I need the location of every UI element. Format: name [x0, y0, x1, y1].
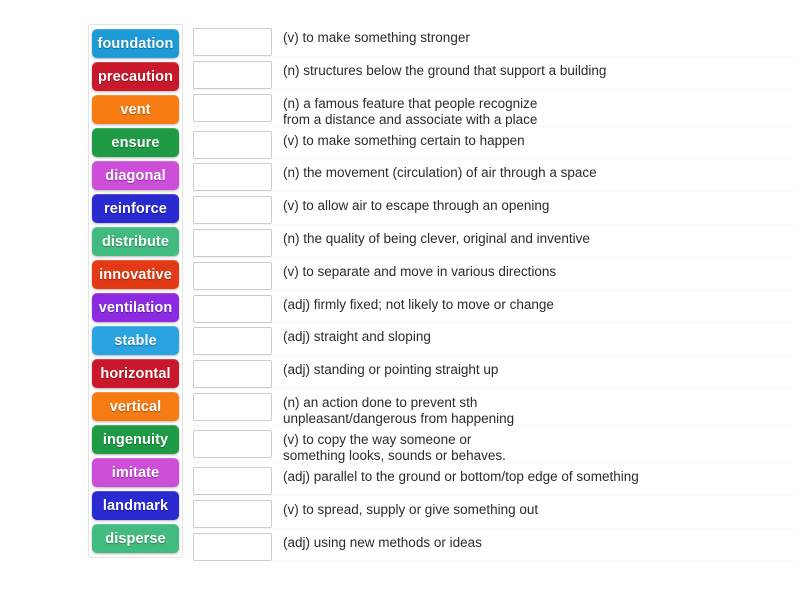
- definition-text: (adj) firmly fixed; not likely to move o…: [283, 296, 554, 312]
- definition-row: (v) to make something stronger: [193, 24, 793, 57]
- word-tile[interactable]: innovative: [92, 260, 179, 289]
- definition-row: (adj) standing or pointing straight up: [193, 356, 793, 389]
- answer-drop-slot[interactable]: [193, 130, 272, 159]
- answer-drop-slot[interactable]: [193, 294, 272, 323]
- definition-row-list: (v) to make something stronger (n) struct…: [193, 24, 793, 562]
- word-tile[interactable]: ventilation: [92, 293, 179, 322]
- definition-row: (adj) straight and sloping: [193, 323, 793, 357]
- answer-drop-slot[interactable]: [193, 60, 272, 89]
- definition-row: (v) to copy the way someone or something…: [193, 426, 793, 463]
- word-tile[interactable]: diagonal: [92, 161, 179, 190]
- word-tile[interactable]: stable: [92, 326, 179, 355]
- answer-drop-slot[interactable]: [193, 360, 272, 389]
- match-up-activity: foundation precaution vent ensure diagonal re…: [0, 0, 800, 600]
- definition-text: (v) to separate and move in various dire…: [283, 263, 557, 279]
- definition-text: (n) the movement (circulation) of air th…: [283, 165, 597, 181]
- definition-text: (adj) using new methods or ideas: [283, 534, 482, 550]
- word-tile[interactable]: ingenuity: [92, 425, 179, 454]
- word-tile[interactable]: precaution: [92, 62, 179, 91]
- answer-drop-slot[interactable]: [193, 532, 272, 561]
- definition-row: (n) a famous feature that people recogni…: [193, 90, 793, 127]
- word-tile[interactable]: disperse: [92, 524, 179, 553]
- word-tile[interactable]: ensure: [92, 128, 179, 157]
- definition-row: (v) to spread, supply or give something …: [193, 496, 793, 529]
- definition-row: (v) to make something certain to happen: [193, 127, 793, 160]
- answer-drop-slot[interactable]: [193, 228, 272, 257]
- definition-row: (n) the movement (circulation) of air th…: [193, 159, 793, 193]
- word-tile[interactable]: horizontal: [92, 359, 179, 388]
- answer-drop-slot[interactable]: [193, 392, 272, 421]
- definition-row: (adj) using new methods or ideas: [193, 529, 793, 562]
- answer-drop-slot[interactable]: [193, 466, 272, 495]
- answer-drop-slot[interactable]: [193, 163, 272, 192]
- definition-text: (n) structures below the ground that sup…: [283, 62, 607, 78]
- word-tile[interactable]: reinforce: [92, 194, 179, 223]
- definition-text: (v) to spread, supply or give something …: [283, 501, 539, 517]
- definition-text: (adj) parallel to the ground or bottom/t…: [283, 468, 639, 484]
- definition-text: (adj) standing or pointing straight up: [283, 362, 499, 378]
- definition-row: (n) the quality of being clever, origina…: [193, 225, 793, 258]
- definition-text: (v) to make something stronger: [283, 30, 470, 45]
- definition-text: (n) an action done to prevent sth unplea…: [283, 394, 515, 426]
- word-tile[interactable]: vertical: [92, 392, 179, 421]
- definition-text: (adj) straight and sloping: [283, 329, 431, 345]
- definition-row: (n) structures below the ground that sup…: [193, 57, 793, 90]
- definition-text: (v) to allow air to escape through an op…: [283, 198, 550, 214]
- definition-row: (adj) parallel to the ground or bottom/t…: [193, 463, 793, 496]
- word-tile[interactable]: foundation: [92, 29, 179, 58]
- definition-text: (n) the quality of being clever, origina…: [283, 230, 590, 246]
- word-tile[interactable]: imitate: [92, 458, 179, 487]
- definition-text: (n) a famous feature that people recogni…: [283, 95, 538, 127]
- definition-row: (n) an action done to prevent sth unplea…: [193, 389, 793, 426]
- word-tile[interactable]: landmark: [92, 491, 179, 520]
- definition-text: (v) to make something certain to happen: [283, 132, 525, 148]
- word-tile[interactable]: distribute: [92, 227, 179, 256]
- definition-text: (v) to copy the way someone or something…: [283, 431, 506, 463]
- answer-drop-slot[interactable]: [193, 327, 272, 356]
- definition-row: (adj) firmly fixed; not likely to move o…: [193, 291, 793, 324]
- word-tile[interactable]: vent: [92, 95, 179, 124]
- answer-drop-slot[interactable]: [193, 196, 272, 225]
- answer-drop-slot[interactable]: [193, 261, 272, 290]
- definition-row: (v) to allow air to escape through an op…: [193, 192, 793, 225]
- definition-row: (v) to separate and move in various dire…: [193, 258, 793, 291]
- answer-drop-slot[interactable]: [193, 429, 272, 458]
- answer-drop-slot[interactable]: [193, 28, 272, 56]
- answer-drop-slot[interactable]: [193, 93, 272, 122]
- answer-drop-slot[interactable]: [193, 499, 272, 528]
- word-tile-column: foundation precaution vent ensure diagonal re…: [88, 24, 183, 558]
